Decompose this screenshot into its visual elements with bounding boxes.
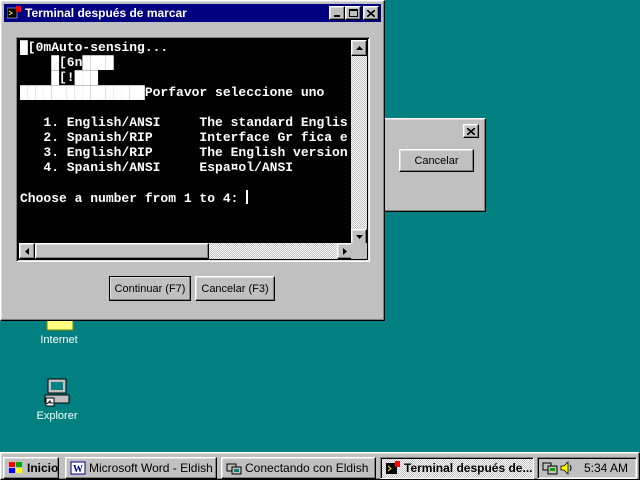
scroll-thumb[interactable]	[35, 243, 209, 259]
taskbar: Inicio W Microsoft Word - Eldish Conecta…	[0, 452, 640, 480]
start-label: Inicio	[27, 461, 59, 475]
window-title: Terminal después de marcar	[25, 6, 187, 20]
dialup-icon	[226, 463, 242, 475]
connecting-dialog: Cancelar	[378, 118, 486, 212]
title-bar[interactable]: Terminal después de marcar	[4, 4, 381, 22]
maximize-button[interactable]	[345, 6, 361, 20]
task-connecting[interactable]: Conectando con Eldish	[221, 457, 376, 479]
terminal-line: 4. Spanish/ANSI Espa¤ol/ANSI	[20, 160, 294, 175]
terminal-line: Choose a number from 1 to 4:	[20, 190, 249, 206]
close-icon	[467, 127, 475, 135]
continue-button[interactable]: Continuar (F7)	[109, 276, 191, 301]
clock: 5:34 AM	[583, 461, 628, 475]
close-button[interactable]	[463, 124, 479, 138]
arrow-left-icon	[25, 247, 29, 255]
terminal-line: 3. English/RIP The English version	[20, 145, 348, 160]
terminal-line: ████████████████Porfavor seleccione uno	[20, 85, 325, 100]
terminal-window: Terminal después de marcar █[0mAuto-sens…	[0, 0, 385, 321]
system-tray: 5:34 AM	[537, 457, 637, 479]
task-label: Conectando con Eldish	[245, 461, 369, 475]
close-button[interactable]	[363, 6, 379, 20]
terminal-line: 2. Spanish/RIP Interface Gr fica e	[20, 130, 348, 145]
task-terminal[interactable]: Terminal después de...	[380, 457, 534, 479]
terminal-output: █[0mAuto-sensing... █[6n████ █[!███ █████…	[20, 40, 354, 245]
explorer-icon	[44, 378, 70, 407]
close-icon	[367, 9, 375, 17]
terminal-screen[interactable]: █[0mAuto-sensing... █[6n████ █[!███ █████…	[16, 37, 370, 262]
cancel-label: Cancelar (F3)	[201, 282, 269, 295]
arrow-down-icon	[355, 235, 363, 239]
horizontal-scrollbar[interactable]	[19, 243, 353, 259]
terminal-line: 1. English/ANSI The standard Englis	[20, 115, 348, 130]
minimize-button[interactable]	[329, 6, 345, 20]
text-cursor	[246, 190, 249, 204]
windows-logo-icon	[9, 462, 22, 473]
start-button[interactable]: Inicio	[3, 457, 59, 479]
terminal-line: █[6n████	[20, 55, 114, 70]
arrow-up-icon	[355, 46, 363, 50]
desktop-icon-label: Internet	[40, 334, 78, 346]
scroll-up-button[interactable]	[351, 40, 367, 56]
terminal-app-icon	[386, 461, 400, 474]
scroll-corner	[351, 243, 367, 259]
svg-text:W: W	[73, 464, 83, 475]
minimize-icon	[334, 15, 340, 17]
maximize-icon	[348, 9, 358, 17]
continue-label: Continuar (F7)	[114, 282, 186, 295]
task-label: Microsoft Word - Eldish	[89, 461, 213, 475]
task-word[interactable]: W Microsoft Word - Eldish	[65, 457, 217, 479]
cancel-button[interactable]: Cancelar	[399, 149, 474, 172]
volume-icon[interactable]	[560, 461, 574, 475]
terminal-line: █[0mAuto-sensing...	[20, 40, 169, 55]
terminal-line: █[!███	[20, 70, 99, 85]
modem-icon[interactable]	[542, 461, 558, 475]
task-label: Terminal después de...	[404, 461, 533, 475]
scroll-left-button[interactable]	[19, 243, 35, 259]
cancel-label: Cancelar	[414, 154, 459, 167]
desktop-icon-label: Explorer	[36, 410, 78, 422]
vertical-scrollbar[interactable]	[351, 40, 367, 245]
terminal-app-icon	[7, 6, 21, 19]
desktop-icon-explorer[interactable]: Explorer	[22, 376, 92, 422]
cancel-button[interactable]: Cancelar (F3)	[195, 276, 275, 301]
word-icon: W	[70, 461, 86, 475]
arrow-right-icon	[343, 247, 347, 255]
